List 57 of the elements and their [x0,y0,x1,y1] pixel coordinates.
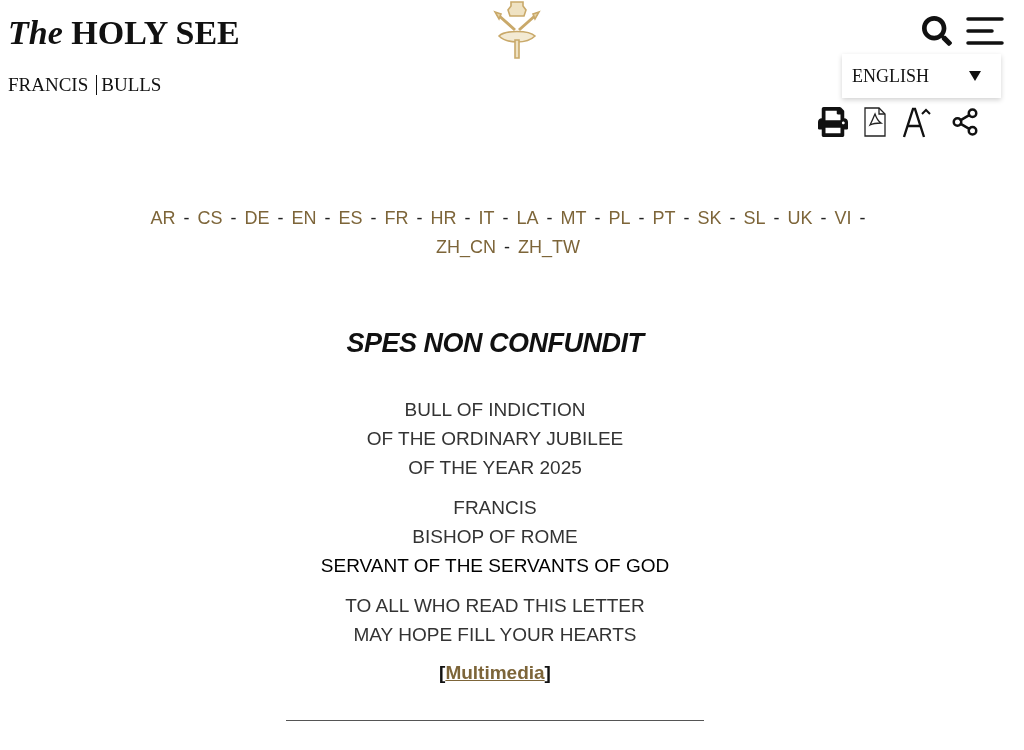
heading-line: TO ALL WHO READ THIS LETTER [345,594,645,618]
heading-line: BISHOP OF ROME [412,525,578,549]
document-title: SPES NON CONFUNDIT [346,328,644,359]
heading-line: OF THE YEAR 2025 [408,456,582,480]
site-title[interactable]: The HOLY SEE [8,14,344,52]
language-link[interactable]: IT [478,208,495,229]
heading-line: OF THE ORDINARY JUBILEE [366,427,624,451]
print-icon[interactable] [818,107,848,137]
search-icon[interactable] [922,16,952,46]
separator: - [859,208,866,229]
separator: - [277,208,284,229]
heading-line: FRANCIS [453,496,537,520]
language-link[interactable]: HR [430,208,457,229]
breadcrumb-link[interactable]: FRANCIS [8,74,89,96]
multimedia-link[interactable]: Multimedia [445,662,545,684]
language-link[interactable]: DE [244,208,270,229]
separator: - [183,208,190,229]
caret-icon [969,71,981,81]
separator: - [773,208,780,229]
breadcrumb-link[interactable]: BULLS [101,74,162,96]
separator: - [416,208,423,229]
language-link[interactable]: ES [338,208,363,229]
language-link[interactable]: SK [697,208,722,229]
language-link[interactable]: EN [291,208,317,229]
menu-icon[interactable] [966,17,1004,45]
separator: - [502,208,509,229]
heading-line: SERVANT OF THE SERVANTS OF GOD [320,554,670,578]
separator: - [370,208,377,229]
language-link[interactable]: ZH_TW [518,237,580,258]
separator: - [546,208,553,229]
separator: - [729,208,736,229]
language-link[interactable]: CS [197,208,223,229]
separator: - [504,237,510,258]
heading-line: BULL OF INDICTION [404,398,586,422]
pdf-file-icon[interactable] [864,107,886,137]
separator: - [230,208,237,229]
language-link[interactable]: ZH_CN [436,237,496,258]
language-link[interactable]: UK [787,208,813,229]
separator: - [683,208,690,229]
language-link[interactable]: SL [743,208,766,229]
separator: - [324,208,331,229]
language-link[interactable]: FR [384,208,409,229]
separator: - [594,208,601,229]
language-link[interactable]: MT [560,208,587,229]
language-link[interactable]: LA [516,208,539,229]
language-link[interactable]: PL [608,208,631,229]
separator: - [638,208,645,229]
language-link[interactable]: VI [834,208,852,229]
separator: - [820,208,827,229]
language-link[interactable]: AR [150,208,176,229]
language-select[interactable]: ENGLISH [842,54,1001,98]
share-icon[interactable] [950,107,980,137]
heading-line: MAY HOPE FILL YOUR HEARTS [353,623,637,647]
bracket: ] [544,662,551,684]
bracket: [ [439,662,446,684]
language-link[interactable]: PT [652,208,676,229]
separator: - [464,208,471,229]
